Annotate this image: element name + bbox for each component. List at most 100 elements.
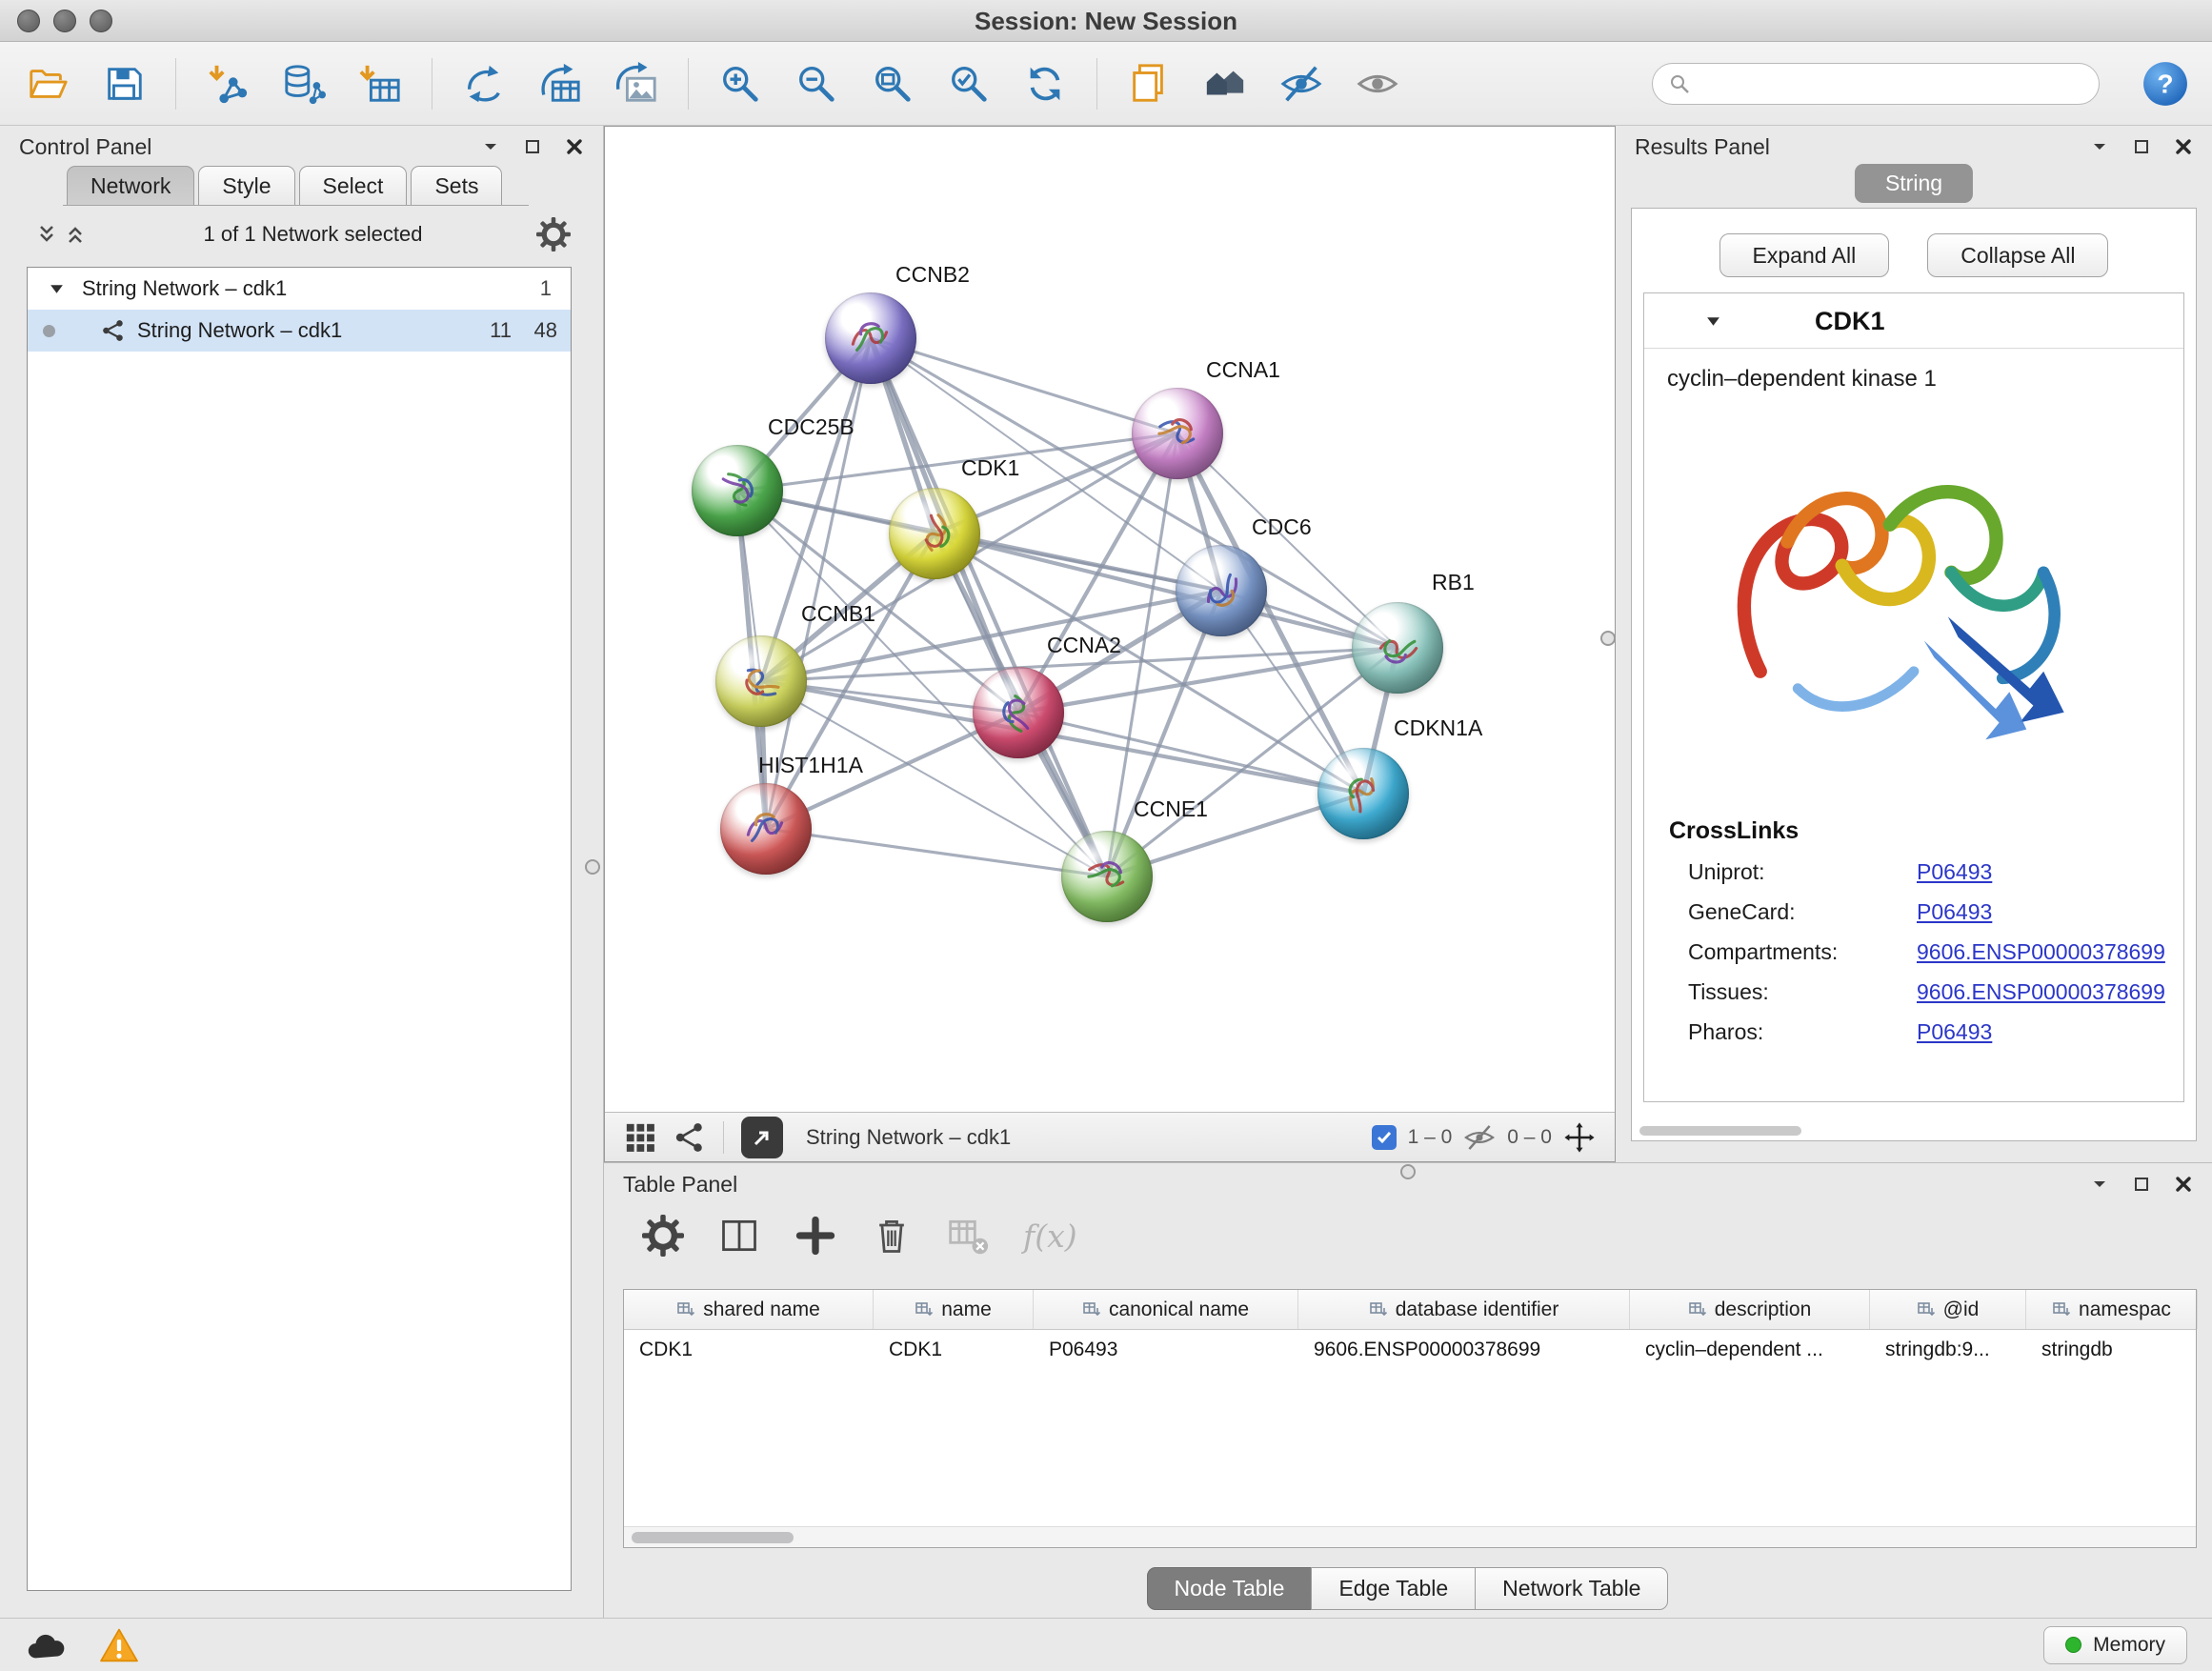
- close-window-button[interactable]: [17, 10, 40, 32]
- table-cell[interactable]: stringdb:9...: [1870, 1339, 2026, 1361]
- crosslink-value-link[interactable]: P06493: [1917, 1019, 1992, 1045]
- column-header-canonical-name[interactable]: canonical name: [1034, 1290, 1298, 1329]
- table-cell[interactable]: P06493: [1034, 1339, 1298, 1361]
- network-node-rb1[interactable]: [1352, 602, 1443, 694]
- zoom-in-icon[interactable]: [715, 56, 765, 111]
- column-header-database-identifier[interactable]: database identifier: [1298, 1290, 1630, 1329]
- selected-checkbox-icon[interactable]: [1372, 1125, 1397, 1150]
- network-options-gear-icon[interactable]: [536, 217, 571, 252]
- network-node-ccna2[interactable]: [973, 667, 1064, 758]
- column-header--id[interactable]: @id: [1870, 1290, 2026, 1329]
- export-network-icon[interactable]: [459, 56, 509, 111]
- right-splitter-handle[interactable]: [1600, 631, 1616, 646]
- column-header-namespac[interactable]: namespac: [2026, 1290, 2198, 1329]
- table-settings-gear-icon[interactable]: [642, 1215, 684, 1257]
- collapse-all-button[interactable]: Collapse All: [1927, 233, 2108, 277]
- tab-string[interactable]: String: [1855, 164, 1973, 203]
- table-data-row[interactable]: CDK1CDK1P064939606.ENSP00000378699cyclin…: [624, 1330, 2196, 1370]
- table-cell[interactable]: 9606.ENSP00000378699: [1298, 1339, 1630, 1361]
- export-image-icon[interactable]: [612, 56, 661, 111]
- import-network-database-icon[interactable]: [279, 56, 329, 111]
- table-cell[interactable]: cyclin–dependent ...: [1630, 1339, 1870, 1361]
- import-network-file-icon[interactable]: [203, 56, 252, 111]
- warning-icon[interactable]: [97, 1627, 141, 1663]
- crosslink-value-link[interactable]: P06493: [1917, 859, 1992, 885]
- bottom-splitter-handle[interactable]: [1400, 1164, 1416, 1179]
- panel-close-icon[interactable]: [559, 133, 590, 160]
- open-session-icon[interactable]: [23, 56, 72, 111]
- network-collection-row[interactable]: String Network – cdk1 1: [28, 268, 571, 310]
- copy-icon[interactable]: [1124, 56, 1174, 111]
- section-disclosure-icon[interactable]: [1705, 313, 1721, 330]
- tab-node-table[interactable]: Node Table: [1147, 1567, 1313, 1610]
- grid-view-icon[interactable]: [624, 1121, 656, 1154]
- table-cell[interactable]: CDK1: [624, 1339, 874, 1361]
- zoom-out-icon[interactable]: [792, 56, 841, 111]
- panel-float-icon[interactable]: [2126, 1171, 2157, 1198]
- network-node-ccnb2[interactable]: [825, 292, 916, 384]
- network-node-cdc6[interactable]: [1176, 545, 1267, 636]
- network-node-hist1h1a[interactable]: [720, 783, 812, 875]
- panel-close-icon[interactable]: [2168, 133, 2199, 160]
- network-canvas[interactable]: CCNB2CCNA1CDC25BCDK1CDC6RB1CCNB1CCNA2CDK…: [605, 127, 1615, 1112]
- collapse-all-networks-icon[interactable]: [32, 220, 61, 249]
- pan-move-icon[interactable]: [1563, 1121, 1596, 1154]
- network-node-cdc25b[interactable]: [692, 445, 783, 536]
- column-header-description[interactable]: description: [1630, 1290, 1870, 1329]
- home-icon[interactable]: [1200, 56, 1250, 111]
- hidden-eye-slash-icon[interactable]: [1463, 1121, 1496, 1154]
- crosslink-value-link[interactable]: 9606.ENSP00000378699: [1917, 979, 2165, 1005]
- network-node-ccnb1[interactable]: [715, 635, 807, 727]
- tab-network-table[interactable]: Network Table: [1475, 1567, 1668, 1610]
- export-table-icon[interactable]: [535, 56, 585, 111]
- network-node-ccne1[interactable]: [1061, 831, 1153, 922]
- expand-all-button[interactable]: Expand All: [1719, 233, 1890, 277]
- show-columns-icon[interactable]: [718, 1215, 760, 1257]
- apply-layout-icon[interactable]: [1020, 56, 1070, 111]
- zoom-window-button[interactable]: [90, 10, 112, 32]
- results-horizontal-scrollbar[interactable]: [1639, 1126, 1801, 1136]
- crosslink-value-link[interactable]: P06493: [1917, 899, 1992, 925]
- network-row-selected[interactable]: String Network – cdk1 11 48: [28, 310, 571, 352]
- panel-close-icon[interactable]: [2168, 1171, 2199, 1198]
- left-splitter-handle[interactable]: [585, 859, 600, 875]
- zoom-selected-icon[interactable]: [944, 56, 994, 111]
- save-session-icon[interactable]: [99, 56, 149, 111]
- show-panels-eye-icon[interactable]: [1353, 56, 1402, 111]
- tab-style[interactable]: Style: [198, 166, 294, 205]
- panel-menu-chevron-icon[interactable]: [475, 133, 506, 160]
- panel-float-icon[interactable]: [517, 133, 548, 160]
- network-node-cdkn1a[interactable]: [1317, 748, 1409, 839]
- network-node-ccna1[interactable]: [1132, 388, 1223, 479]
- memory-button[interactable]: Memory: [2043, 1626, 2187, 1664]
- delete-column-trash-icon[interactable]: [871, 1215, 913, 1257]
- tab-network[interactable]: Network: [67, 166, 194, 205]
- scrollbar-thumb[interactable]: [632, 1532, 794, 1543]
- detach-view-icon[interactable]: [741, 1117, 783, 1158]
- network-node-cdk1[interactable]: [889, 488, 980, 579]
- help-icon[interactable]: ?: [2142, 60, 2189, 108]
- minimize-window-button[interactable]: [53, 10, 76, 32]
- table-cell[interactable]: CDK1: [874, 1339, 1034, 1361]
- expand-all-networks-icon[interactable]: [61, 220, 90, 249]
- search-box[interactable]: [1652, 63, 2100, 105]
- panel-float-icon[interactable]: [2126, 133, 2157, 160]
- panel-menu-chevron-icon[interactable]: [2084, 1171, 2115, 1198]
- disclosure-triangle-icon[interactable]: [49, 281, 65, 297]
- column-header-name[interactable]: name: [874, 1290, 1034, 1329]
- tab-sets[interactable]: Sets: [411, 166, 502, 205]
- crosslink-value-link[interactable]: 9606.ENSP00000378699: [1917, 939, 2165, 965]
- network-share-view-icon[interactable]: [674, 1121, 706, 1154]
- zoom-fit-icon[interactable]: [868, 56, 917, 111]
- add-column-icon[interactable]: [794, 1215, 836, 1257]
- panel-menu-chevron-icon[interactable]: [2084, 133, 2115, 160]
- import-table-icon[interactable]: [355, 56, 405, 111]
- tab-select[interactable]: Select: [299, 166, 408, 205]
- cloud-status-icon[interactable]: [25, 1627, 69, 1663]
- search-input[interactable]: [1700, 71, 2083, 96]
- hide-panels-eye-slash-icon[interactable]: [1277, 56, 1326, 111]
- table-cell[interactable]: stringdb: [2026, 1339, 2198, 1361]
- tab-edge-table[interactable]: Edge Table: [1311, 1567, 1476, 1610]
- table-horizontal-scrollbar[interactable]: [624, 1526, 2196, 1547]
- column-header-shared-name[interactable]: shared name: [624, 1290, 874, 1329]
